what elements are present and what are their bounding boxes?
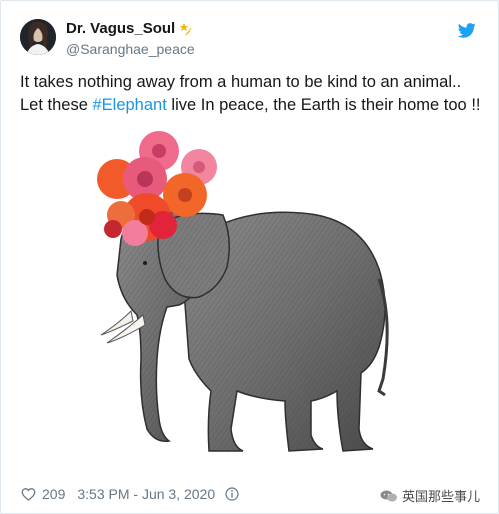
- like-count[interactable]: 209: [42, 486, 65, 502]
- hashtag-link[interactable]: #Elephant: [92, 96, 166, 114]
- heart-icon[interactable]: [21, 487, 36, 501]
- tweet-line-2: Let these #Elephant live In peace, the E…: [20, 94, 490, 117]
- watermark: 英国那些事儿: [380, 486, 480, 505]
- star-emoji-icon: [178, 22, 192, 36]
- elephant-illustration: [100, 210, 389, 452]
- display-name[interactable]: Dr. Vagus_Soul: [66, 20, 192, 37]
- tweet-text: It takes nothing away from a human to be…: [20, 71, 490, 117]
- tweet-line-2-end: live In peace, the Earth is their home t…: [166, 96, 481, 114]
- watermark-text: 英国那些事儿: [401, 489, 480, 504]
- tweet-line-1: It takes nothing away from a human to be…: [20, 73, 462, 91]
- display-name-text: Dr. Vagus_Soul: [66, 20, 176, 37]
- wechat-icon: [380, 490, 398, 502]
- tweet-image[interactable]: [61, 129, 431, 469]
- user-handle[interactable]: @Saranghae_peace: [66, 41, 195, 57]
- avatar[interactable]: [20, 19, 56, 55]
- twitter-bird-icon[interactable]: [457, 23, 476, 38]
- tweet-card: Dr. Vagus_Soul @Saranghae_peace It takes…: [0, 0, 499, 514]
- info-icon[interactable]: [225, 487, 239, 501]
- tweet-line-2-start: Let these: [20, 96, 93, 114]
- tweet-footer: 209 3:53 PM - Jun 3, 2020: [21, 486, 239, 502]
- timestamp[interactable]: 3:53 PM - Jun 3, 2020: [77, 486, 215, 502]
